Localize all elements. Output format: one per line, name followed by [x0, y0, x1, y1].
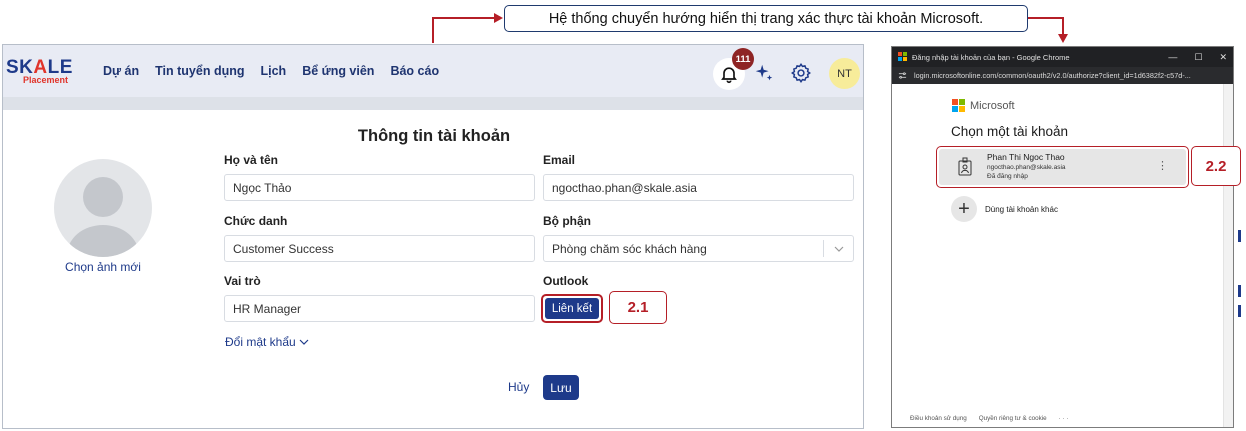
main-nav: Dự án Tin tuyển dụng Lịch Bể ứng viên Bá…: [103, 64, 455, 78]
role-field[interactable]: HR Manager: [224, 295, 535, 322]
person-placeholder-icon: [67, 177, 139, 257]
choose-new-photo-link[interactable]: Chọn ảnh mới: [51, 260, 155, 274]
chevron-down-icon: [299, 339, 309, 345]
minimize-icon[interactable]: —: [1168, 52, 1177, 62]
connector-left-horizontal: [432, 17, 496, 19]
step-label-2-2: 2.2: [1191, 146, 1241, 186]
terms-link[interactable]: Điều khoản sử dụng: [910, 415, 967, 422]
header-divider-strip: [3, 97, 863, 110]
id-badge-icon: [958, 157, 972, 176]
privacy-link[interactable]: Quyền riêng tư & cookie: [979, 415, 1047, 422]
address-bar[interactable]: login.microsoftonline.com/common/oauth2/…: [892, 67, 1233, 84]
popup-scroll-edge: [1223, 84, 1233, 427]
connector-arrow-right: [494, 13, 503, 23]
plus-icon: +: [951, 196, 977, 222]
step-label-2-1: 2.1: [609, 291, 667, 324]
more-footer-link[interactable]: · · ·: [1059, 415, 1069, 422]
background-fragment: [1238, 285, 1241, 297]
nav-item-calendar[interactable]: Lịch: [260, 64, 286, 78]
logo-subtitle: Placement: [23, 75, 69, 85]
more-options-icon[interactable]: ⋮: [1157, 159, 1168, 172]
window-title-bar: Đăng nhập tài khoản của bạn - Google Chr…: [892, 47, 1233, 67]
connector-arrow-down: [1058, 34, 1068, 43]
account-name: Phan Thi Ngoc Thao: [987, 152, 1065, 162]
page-title: Thông tin tài khoản: [357, 127, 511, 145]
popup-footer: Điều khoản sử dụng Quyền riêng tư & cook…: [910, 415, 1068, 422]
microsoft-icon: [898, 52, 908, 62]
chevron-down-icon: [823, 240, 853, 257]
choose-account-heading: Chọn một tài khoản: [951, 124, 1069, 139]
nav-item-candidates[interactable]: Bể ứng viên: [302, 64, 374, 78]
popup-content: Microsoft Chọn một tài khoản Phan Thi Ng…: [892, 84, 1233, 427]
outlook-link-highlight: Liên kết: [541, 294, 603, 323]
skale-app-window: SKALE Placement Dự án Tin tuyển dụng Lịc…: [2, 44, 864, 429]
sparkle-icon[interactable]: [753, 62, 775, 84]
outlook-link-button[interactable]: Liên kết: [545, 298, 599, 319]
department-select[interactable]: Phòng chăm sóc khách hàng: [543, 235, 854, 262]
cancel-button[interactable]: Hủy: [508, 380, 529, 394]
full-name-label: Họ và tên: [224, 153, 279, 167]
outlook-label: Outlook: [543, 274, 589, 288]
job-title-label: Chức danh: [224, 214, 288, 228]
account-highlight: Phan Thi Ngoc Thao ngocthao.phan@skale.a…: [936, 146, 1189, 188]
notification-badge: 111: [732, 48, 754, 70]
site-settings-icon[interactable]: [898, 71, 907, 80]
close-icon[interactable]: ✕: [1219, 52, 1227, 63]
nav-item-reports[interactable]: Báo cáo: [390, 64, 439, 78]
background-fragment: [1238, 230, 1241, 242]
window-title: Đăng nhập tài khoản của bạn - Google Chr…: [912, 52, 1070, 62]
microsoft-squares-icon: [952, 99, 965, 112]
save-button[interactable]: Lưu: [543, 375, 579, 400]
nav-item-jobs[interactable]: Tin tuyển dụng: [155, 64, 244, 78]
microsoft-logo: Microsoft: [952, 99, 1015, 112]
nav-item-projects[interactable]: Dự án: [103, 64, 139, 78]
full-name-field[interactable]: Ngọc Thảo: [224, 174, 535, 201]
maximize-icon[interactable]: ☐: [1194, 52, 1202, 63]
job-title-field[interactable]: Customer Success: [224, 235, 535, 262]
background-fragment: [1238, 305, 1241, 317]
microsoft-login-popup: Đăng nhập tài khoản của bạn - Google Chr…: [891, 46, 1234, 428]
email-label: Email: [543, 153, 576, 167]
change-password-toggle[interactable]: Đổi mật khẩu: [225, 335, 309, 349]
profile-photo[interactable]: [54, 159, 152, 257]
email-field[interactable]: ngocthao.phan@skale.asia: [543, 174, 854, 201]
gear-icon[interactable]: [790, 62, 812, 84]
redirect-callout: Hệ thống chuyển hướng hiển thị trang xác…: [504, 5, 1028, 32]
url-text: login.microsoftonline.com/common/oauth2/…: [914, 71, 1191, 80]
connector-right-horizontal: [1028, 17, 1064, 19]
role-label: Vai trò: [224, 274, 261, 288]
account-status: Đã đăng nhập: [987, 173, 1028, 180]
app-header: SKALE Placement Dự án Tin tuyển dụng Lịc…: [3, 45, 863, 97]
account-tile[interactable]: Phan Thi Ngoc Thao ngocthao.phan@skale.a…: [939, 149, 1186, 185]
department-value: Phòng chăm sóc khách hàng: [552, 241, 707, 256]
skale-logo[interactable]: SKALE Placement: [6, 58, 72, 86]
user-avatar[interactable]: NT: [829, 58, 860, 89]
use-another-account-button[interactable]: + Dùng tài khoản khác: [951, 196, 1058, 222]
account-email: ngocthao.phan@skale.asia: [987, 164, 1066, 171]
department-label: Bộ phận: [543, 214, 591, 228]
connector-left-vertical: [432, 17, 434, 43]
